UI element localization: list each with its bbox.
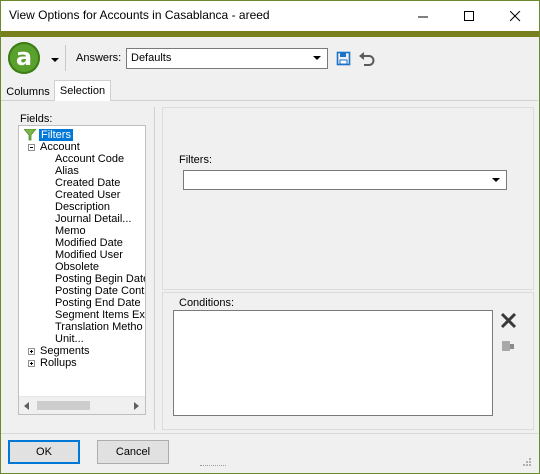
tree-item-field[interactable]: Segment Items Ex <box>55 309 145 321</box>
filters-label: Filters: <box>179 154 212 166</box>
resize-grip[interactable] <box>200 465 226 468</box>
tree-item-segments[interactable]: Segments <box>40 345 90 357</box>
scroll-left-icon[interactable] <box>24 402 30 410</box>
save-icon <box>336 51 351 66</box>
toolbar-separator <box>65 45 66 71</box>
footer-divider <box>1 433 538 434</box>
tree-item-field[interactable]: Modified User <box>55 249 123 261</box>
logo-letter: a <box>15 42 33 71</box>
close-icon <box>509 10 520 21</box>
close-icon <box>500 312 517 329</box>
maximize-button[interactable] <box>446 1 492 31</box>
tree-item-field[interactable]: Journal Detail... <box>55 213 131 225</box>
answers-select-value: Defaults <box>131 52 172 64</box>
undo-button[interactable] <box>358 51 376 70</box>
tree-item-rollups[interactable]: Rollups <box>40 357 77 369</box>
filters-select[interactable] <box>183 170 507 190</box>
edit-condition-icon <box>502 341 514 351</box>
fields-tree[interactable]: Filters Account Account Code Alias Created… <box>18 125 146 415</box>
minimize-icon <box>417 16 428 17</box>
conditions-list[interactable] <box>173 310 493 416</box>
app-logo[interactable]: a <box>8 42 40 74</box>
scroll-right-icon[interactable] <box>134 402 140 410</box>
fields-label: Fields: <box>20 113 53 125</box>
close-window-button[interactable] <box>492 1 538 31</box>
expand-rollups-icon[interactable] <box>28 360 35 367</box>
tree-item-field[interactable]: Alias <box>55 165 79 177</box>
answers-select[interactable]: Defaults <box>126 48 328 69</box>
scrollbar-thumb[interactable] <box>37 401 90 410</box>
expand-segments-icon[interactable] <box>28 348 35 355</box>
cancel-button[interactable]: Cancel <box>97 440 169 464</box>
window-resize-handle[interactable] <box>520 455 532 470</box>
filter-icon <box>24 129 37 141</box>
tree-item-field[interactable]: Obsolete <box>55 261 99 273</box>
tree-item-field[interactable]: Posting Date Cont <box>55 285 144 297</box>
save-answer-button[interactable] <box>336 51 352 70</box>
condition-options-button[interactable] <box>501 339 515 356</box>
tree-item-field[interactable]: Unit... <box>55 333 84 345</box>
tree-item-field[interactable]: Memo <box>55 225 86 237</box>
chevron-down-icon <box>492 178 500 182</box>
answers-label: Answers: <box>76 52 122 64</box>
minimize-button[interactable] <box>400 1 446 31</box>
chevron-down-icon <box>51 58 59 62</box>
collapse-account-icon[interactable] <box>28 144 35 151</box>
tree-item-field[interactable]: Modified Date <box>55 237 123 249</box>
left-panel-divider <box>154 107 155 430</box>
conditions-label: Conditions: <box>179 297 235 309</box>
undo-icon <box>359 52 375 66</box>
tree-item-field[interactable]: Created User <box>55 189 120 201</box>
delete-condition-button[interactable] <box>500 312 517 332</box>
tab-selection[interactable]: Selection <box>54 80 111 101</box>
maximize-icon <box>463 10 474 21</box>
tree-item-field[interactable]: Account Code <box>55 153 124 165</box>
tree-item-field[interactable]: Posting Begin Date <box>55 273 145 285</box>
tree-item-field[interactable]: Created Date <box>55 177 120 189</box>
horizontal-scrollbar[interactable] <box>19 396 145 414</box>
chevron-down-icon <box>313 56 321 60</box>
tree-item-field[interactable]: Description <box>55 201 110 213</box>
tree-item-filters[interactable]: Filters <box>39 129 73 141</box>
tab-columns[interactable]: Columns <box>3 82 53 101</box>
logo-menu-dropdown[interactable] <box>51 55 60 67</box>
window-title: View Options for Accounts in Casablanca … <box>9 8 270 22</box>
tree-item-field[interactable]: Translation Metho <box>55 321 143 333</box>
tree-item-field[interactable]: Posting End Date <box>55 297 141 309</box>
tree-item-account[interactable]: Account <box>40 141 80 153</box>
filters-section <box>162 107 534 290</box>
ok-button[interactable]: OK <box>8 440 80 464</box>
resize-grip-icon <box>523 458 531 466</box>
